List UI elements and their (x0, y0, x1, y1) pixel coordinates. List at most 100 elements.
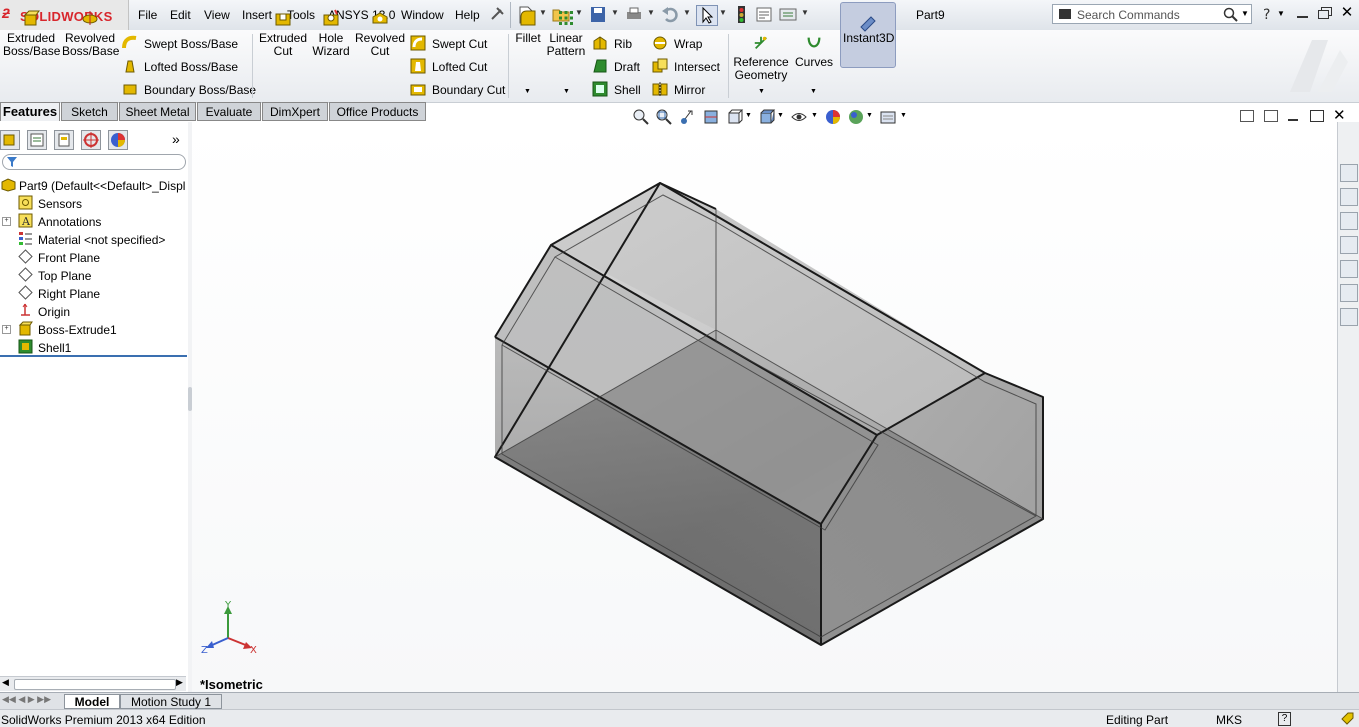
chevron-down-icon[interactable]: ▼ (866, 112, 873, 119)
chevron-down-icon[interactable]: ▼ (719, 8, 727, 17)
file-properties-icon[interactable] (754, 5, 774, 24)
chevron-down-icon[interactable]: ▼ (524, 88, 531, 95)
tab-dimxpert[interactable]: DimXpert (262, 102, 328, 121)
print-icon[interactable] (624, 5, 644, 24)
chevron-down-icon[interactable]: ▼ (758, 88, 765, 95)
feature-manager-tab-icon[interactable] (0, 130, 20, 150)
search-commands-input[interactable]: Search Commands ▼ (1052, 4, 1252, 24)
dimxpert-manager-tab-icon[interactable] (81, 130, 101, 150)
property-manager-tab-icon[interactable] (27, 130, 47, 150)
boss-extrude-icon (18, 321, 33, 336)
undo-icon[interactable] (660, 5, 680, 24)
tree-filter-input[interactable] (2, 154, 186, 170)
tree-item-boss-extrude1[interactable]: + Boss-Extrude1 (0, 320, 188, 338)
expand-plus-icon[interactable]: + (2, 217, 11, 226)
tree-item-right-plane[interactable]: Right Plane (0, 284, 188, 302)
close-icon[interactable]: ✕ (1338, 5, 1356, 21)
select-cursor-icon[interactable] (696, 5, 718, 26)
solidworks-resources-icon[interactable] (1340, 164, 1358, 182)
chevron-down-icon[interactable]: ▼ (777, 112, 784, 119)
tree-item-shell1[interactable]: Shell1 (0, 338, 188, 356)
extruded-cut-button[interactable]: Extruded Cut (256, 9, 310, 58)
tree-item-annotations[interactable]: + A Annotations (0, 212, 188, 230)
tree-item-origin[interactable]: Origin (0, 302, 188, 320)
chevron-down-icon[interactable]: ▼ (900, 112, 907, 119)
chevron-down-icon[interactable]: ▼ (810, 88, 817, 95)
view-palette-icon[interactable] (1340, 260, 1358, 278)
viewport-minimize-icon[interactable] (1288, 119, 1298, 121)
menu-file[interactable]: File (138, 8, 157, 22)
pin-icon[interactable] (489, 6, 505, 22)
tab-features[interactable]: Features (0, 102, 60, 121)
extruded-boss-button[interactable]: Extruded Boss/Base (3, 9, 60, 58)
chevron-down-icon[interactable]: ▼ (811, 112, 818, 119)
rebuild-traffic-light-icon[interactable] (731, 5, 751, 24)
chevron-down-icon[interactable]: ▼ (801, 8, 809, 17)
revolved-boss-button[interactable]: Revolved Boss/Base (62, 9, 119, 58)
tree-item-front-plane[interactable]: Front Plane (0, 248, 188, 266)
chevron-down-icon[interactable]: ▼ (563, 88, 570, 95)
hole-wizard-button[interactable]: Hole Wizard (310, 9, 352, 58)
tree-item-material[interactable]: Material <not specified> (0, 230, 188, 248)
tab-office-products[interactable]: Office Products (329, 102, 426, 121)
tree-item-label: Origin (38, 305, 71, 319)
tree-item-sensors[interactable]: Sensors (0, 194, 188, 212)
linear-pattern-label-2: Pattern (546, 44, 586, 58)
chevron-down-icon[interactable]: ▼ (611, 8, 619, 17)
tab-sheet-metal[interactable]: Sheet Metal (119, 102, 196, 121)
tree-item-label: Front Plane (38, 251, 101, 265)
tag-icon[interactable] (1340, 711, 1354, 725)
menu-view[interactable]: View (204, 8, 230, 22)
revolved-cut-button[interactable]: Revolved Cut (354, 9, 406, 58)
chevron-down-icon[interactable]: ▼ (745, 112, 752, 119)
tree-item-top-plane[interactable]: Top Plane (0, 266, 188, 284)
custom-properties-icon[interactable] (1340, 308, 1358, 326)
chevron-down-icon[interactable]: ▼ (683, 8, 691, 17)
appearances-icon[interactable] (1340, 284, 1358, 302)
model-3d-view[interactable] (192, 122, 1337, 692)
linear-pattern-button[interactable]: Linear Pattern (546, 9, 586, 58)
curves-button[interactable]: Curves (792, 35, 836, 69)
minimize-icon[interactable] (1294, 5, 1312, 21)
restore-icon[interactable] (1316, 5, 1334, 21)
rollback-bar[interactable] (0, 355, 187, 357)
help-status-icon[interactable]: ? (1278, 712, 1291, 726)
file-explorer-icon[interactable] (1340, 236, 1358, 254)
fillet-button[interactable]: Fillet (512, 9, 544, 45)
tab-evaluate[interactable]: Evaluate (197, 102, 261, 121)
search-icon[interactable] (1223, 7, 1239, 23)
expand-tabs-icon[interactable]: » (172, 131, 180, 147)
display-manager-tab-icon[interactable] (108, 130, 128, 150)
help-icon[interactable]: ? (1260, 6, 1276, 22)
tree-root-part[interactable]: Part9 (Default<<Default>_Displ (0, 176, 188, 194)
viewport-restore-icon[interactable] (1310, 110, 1324, 122)
tab-motion-study-1[interactable]: Motion Study 1 (120, 694, 222, 709)
draft-label: Draft (614, 60, 641, 74)
tab-model[interactable]: Model (64, 694, 120, 709)
expand-plus-icon[interactable]: + (2, 325, 11, 334)
design-library-icon[interactable] (1340, 212, 1358, 230)
tab-scroll-arrows-icon[interactable]: ◀◀ ◀ ▶ ▶▶ (2, 694, 51, 705)
configuration-manager-tab-icon[interactable] (54, 130, 74, 150)
menu-help[interactable]: Help (455, 8, 480, 22)
instant3d-button[interactable]: Instant3D (840, 2, 896, 68)
tab-sketch[interactable]: Sketch (61, 102, 118, 121)
viewport-split-icon[interactable] (1240, 110, 1254, 122)
panel-horizontal-scrollbar[interactable]: ◀ ▶ (0, 676, 186, 691)
units-text[interactable]: MKS (1216, 713, 1242, 727)
options-icon[interactable] (778, 5, 798, 24)
chevron-down-icon[interactable]: ▼ (647, 8, 655, 17)
scroll-thumb[interactable] (14, 679, 176, 690)
menu-window[interactable]: Window (401, 8, 444, 22)
scroll-right-icon[interactable]: ▶ (176, 677, 183, 688)
save-icon[interactable] (588, 5, 608, 24)
revolved-cut-label-2: Cut (370, 44, 390, 58)
chevron-down-icon[interactable]: ▼ (1241, 9, 1249, 18)
viewport-tile-icon[interactable] (1264, 110, 1278, 122)
menu-edit[interactable]: Edit (170, 8, 191, 22)
scroll-left-icon[interactable]: ◀ (2, 677, 9, 688)
intersect-label: Intersect (674, 60, 721, 74)
reference-geometry-button[interactable]: Reference Geometry (732, 35, 790, 82)
chevron-down-icon[interactable]: ▼ (1277, 9, 1285, 18)
home-icon[interactable] (1340, 188, 1358, 206)
